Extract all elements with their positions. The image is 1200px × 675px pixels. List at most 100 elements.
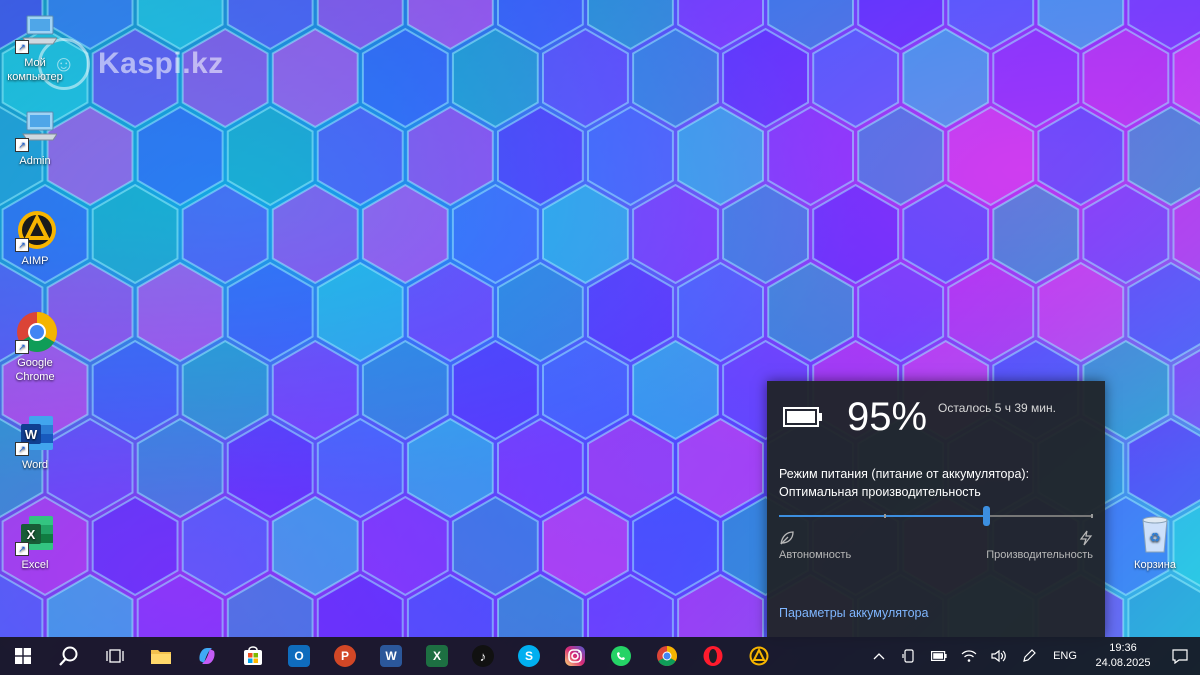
wallpaper-hexagon (406, 261, 494, 363)
wallpaper-hexagon (497, 105, 584, 207)
shortcut-arrow-icon: ↗ (15, 542, 29, 556)
wallpaper-hexagon (632, 27, 719, 129)
computer-icon: ↗ (13, 10, 58, 54)
desktop-icon-label: Admin (19, 155, 51, 167)
slider-label-performance: Производительность (986, 549, 1093, 561)
show-hidden-icons-button[interactable] (864, 637, 894, 675)
wallpaper-hexagon (1127, 417, 1200, 519)
desktop-icon-word[interactable]: W ↗ Word (0, 412, 70, 472)
wallpaper-hexagon (857, 261, 945, 363)
wallpaper-hexagon (181, 339, 269, 441)
taskbar-app-copilot[interactable] (184, 637, 230, 675)
search-button[interactable] (46, 637, 92, 675)
clock[interactable]: 19:36 24.08.2025 (1086, 641, 1160, 671)
wallpaper-hexagon (406, 105, 494, 207)
wallpaper-hexagon (271, 27, 359, 129)
wallpaper-hexagon (406, 417, 494, 519)
word-icon: W ↗ (13, 412, 57, 456)
wallpaper-hexagon (632, 183, 719, 285)
wallpaper-hexagon (271, 339, 359, 441)
wallpaper-hexagon (451, 495, 539, 597)
tray-phone-link[interactable] (894, 637, 924, 675)
desktop-icon-recycle-bin[interactable]: ♻ Корзина (1120, 512, 1190, 572)
opera-icon (703, 646, 723, 666)
svg-text:W: W (25, 427, 38, 442)
battery-settings-link[interactable]: Параметры аккумулятора (779, 606, 928, 620)
shortcut-arrow-icon: ↗ (15, 138, 29, 152)
wallpaper-hexagon (542, 27, 629, 129)
tray-pen[interactable] (1014, 637, 1044, 675)
notification-center-button[interactable] (1160, 637, 1200, 675)
power-mode-title: Режим питания (питание от аккумулятора): (779, 467, 1030, 481)
wallpaper-hexagon (722, 27, 809, 129)
wallpaper-hexagon (181, 495, 269, 597)
taskbar-app-opera[interactable] (690, 637, 736, 675)
excel-icon: X (426, 645, 448, 667)
wallpaper-hexagon (226, 261, 314, 363)
outlook-icon: O (288, 645, 310, 667)
recycle-bin-icon: ♻ (1133, 512, 1177, 556)
battery-remaining-time: Осталось 5 ч 39 мин. (938, 401, 1056, 415)
powerpoint-icon: P (334, 645, 356, 667)
taskbar-app-word[interactable]: W (368, 637, 414, 675)
desktop-icon-google-chrome[interactable]: ↗ Google Chrome (0, 310, 70, 384)
svg-text:X: X (27, 527, 36, 542)
wallpaper-hexagon (91, 339, 179, 441)
tray-battery[interactable] (924, 637, 954, 675)
wallpaper-hexagon (451, 27, 539, 129)
whatsapp-icon (611, 646, 631, 666)
desktop-icon-aimp[interactable]: ↗ AIMP (0, 208, 70, 268)
power-mode-slider[interactable] (779, 506, 1093, 526)
taskbar-app-skype[interactable]: S (506, 637, 552, 675)
clock-time: 19:36 (1109, 642, 1137, 654)
start-button[interactable] (0, 637, 46, 675)
folder-icon (151, 650, 171, 664)
wallpaper-hexagon (136, 105, 224, 207)
taskbar-app-tiktok[interactable]: ♪ (460, 637, 506, 675)
lightning-icon (1079, 530, 1093, 546)
taskbar-app-excel[interactable]: X (414, 637, 460, 675)
slider-tick (1091, 514, 1093, 518)
slider-thumb[interactable] (983, 506, 990, 526)
wallpaper-hexagon (857, 105, 945, 207)
wallpaper-hexagon (947, 105, 1035, 207)
tray-volume[interactable] (984, 637, 1014, 675)
desktop-icon-label: Excel (21, 559, 49, 571)
taskbar-app-aimp[interactable] (736, 637, 782, 675)
search-icon (59, 646, 78, 666)
power-mode-value: Оптимальная производительность (779, 485, 981, 499)
windows-logo-icon (15, 648, 31, 664)
desktop-icon-label: Мой компьютер (7, 57, 63, 83)
taskbar-app-chrome[interactable] (644, 637, 690, 675)
taskbar-app-file-explorer[interactable] (138, 637, 184, 675)
wallpaper-hexagon (677, 261, 764, 363)
wallpaper-hexagon (91, 183, 179, 285)
wallpaper-hexagon (361, 183, 449, 285)
desktop-icon-excel[interactable]: X ↗ Excel (0, 512, 70, 572)
task-view-button[interactable] (92, 637, 138, 675)
wallpaper-hexagon (497, 261, 584, 363)
taskbar-app-instagram[interactable] (552, 637, 598, 675)
taskbar: O P W X ♪ S ENG 19:36 24.08.2025 (0, 637, 1200, 675)
tray-wifi[interactable] (954, 637, 984, 675)
desktop-icon-admin[interactable]: ↗ Admin (0, 108, 70, 168)
taskbar-app-outlook[interactable]: O (276, 637, 322, 675)
taskbar-app-microsoft-store[interactable] (230, 637, 276, 675)
chrome-icon (657, 646, 677, 666)
taskbar-app-whatsapp[interactable] (598, 637, 644, 675)
wallpaper-hexagon (136, 261, 224, 363)
desktop-icon-my-computer[interactable]: ↗ Мой компьютер (0, 10, 70, 84)
tiktok-icon: ♪ (472, 645, 494, 667)
desktop-icon-label: Корзина (1134, 559, 1176, 571)
input-language[interactable]: ENG (1044, 650, 1086, 662)
wallpaper-hexagon (812, 27, 900, 129)
desktop-icon-label: Google Chrome (15, 357, 55, 383)
system-tray: ENG 19:36 24.08.2025 (864, 637, 1200, 675)
taskbar-app-powerpoint[interactable]: P (322, 637, 368, 675)
wallpaper-hexagon (1127, 261, 1200, 363)
wallpaper-hexagon (632, 495, 719, 597)
pen-icon (1023, 649, 1036, 662)
shortcut-arrow-icon: ↗ (15, 238, 29, 252)
desktop-icon-label: Word (21, 459, 49, 471)
skype-icon: S (518, 645, 540, 667)
